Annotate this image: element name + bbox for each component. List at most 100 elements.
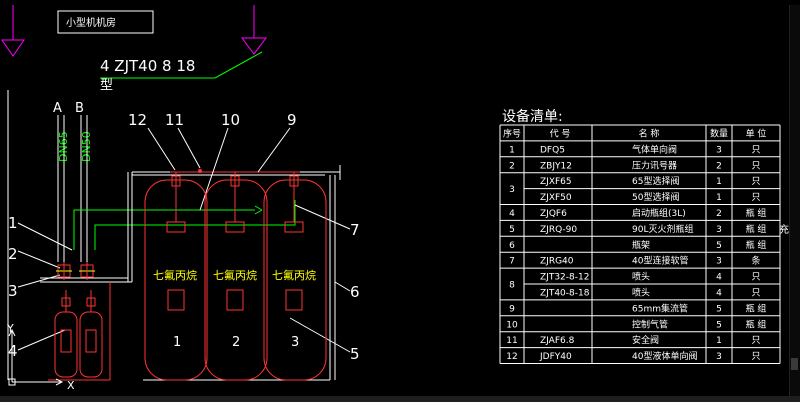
table-cell-qty: 2 (716, 161, 722, 171)
room-label: 小型机机房 (66, 16, 116, 29)
table-cell-code: ZBJY12 (540, 161, 572, 171)
table-cell-no: 11 (506, 336, 517, 346)
pipe-b-label: B (75, 101, 84, 116)
elevation-triangle-left (1, 5, 25, 57)
elevation-triangle-middle (241, 5, 267, 55)
table-cell-unit: 只 (751, 177, 760, 187)
callout-1: 1 (8, 214, 18, 232)
table-cell-code: ZJT32-8-12 (540, 273, 589, 283)
callout-6: 6 (350, 283, 360, 301)
selector-valves (56, 262, 95, 280)
table-cell-no: 7 (509, 257, 515, 267)
equipment-table-cells: 序号 代 号 名 称 数量 单 位 1 DFQ5 气体单向阀 3 只 2 ZBJY12 压力讯号器 2 只 3… (503, 128, 766, 363)
table-cell-name: 65mm集流管 (632, 302, 688, 314)
table-title: 设备清单: (502, 108, 563, 125)
table-cell-no: 8 (509, 281, 515, 291)
pipe-a-label: A (53, 101, 62, 116)
table-cell-unit: 瓶 组 (746, 207, 767, 219)
table-cell-unit: 瓶 组 (746, 239, 767, 251)
table-cell-code: ZJXF65 (540, 177, 572, 187)
table-cell-name: 40型连接软管 (632, 255, 688, 267)
cylinder-1-number: 1 (173, 335, 181, 350)
table-cell-qty: 3 (716, 257, 722, 267)
table-cell-qty: 4 (716, 289, 722, 299)
table-cell-qty: 1 (716, 336, 722, 346)
cylinder-2-label: 七氟丙烷 (213, 268, 257, 282)
table-cell-no: 6 (509, 241, 515, 251)
callout-5: 5 (350, 345, 360, 363)
table-cell-no: 2 (509, 161, 515, 171)
axis-x-label: X (67, 379, 75, 392)
table-cell-qty: 5 (716, 241, 722, 251)
table-cell-name: 气体单向阀 (632, 143, 677, 155)
table-cell-unit: 只 (751, 336, 760, 346)
callout-11: 11 (165, 111, 184, 129)
table-cell-code: ZJRG40 (540, 257, 574, 267)
table-cell-code: ZJRQ-90 (540, 225, 577, 235)
table-cell-unit: 只 (751, 193, 760, 203)
callout-7: 7 (350, 221, 360, 239)
cylinder-1-label: 七氟丙烷 (153, 268, 197, 282)
callout-2: 2 (8, 245, 18, 263)
nozzle-note-line1: 4 ZJT40 8 18 (100, 57, 195, 75)
table-cell-name: 压力讯号器 (632, 159, 677, 171)
bottom-status-strip (0, 396, 800, 402)
table-cell-code: ZJQF6 (540, 209, 567, 219)
safety-valve-dot (198, 169, 202, 173)
table-cell-unit: 瓶 组 (746, 302, 767, 314)
table-header-cell: 数量 (710, 128, 728, 140)
table-cell-unit: 条 (751, 255, 760, 267)
table-cell-name: 安全阀 (632, 334, 659, 346)
table-cell-name: 控制气管 (632, 318, 668, 330)
axis-y-label: Y (6, 322, 14, 335)
table-cell-unit: 只 (751, 273, 760, 283)
callout-10: 10 (221, 111, 240, 129)
table-overflow-text: 充 (779, 223, 789, 236)
table-cell-unit: 只 (751, 145, 760, 155)
table-cell-qty: 2 (716, 209, 722, 219)
table-cell-qty: 5 (716, 304, 722, 314)
scrollbar-thumb[interactable] (791, 358, 798, 370)
table-header-cell: 名 称 (639, 128, 660, 140)
table-cell-name: 40型液体单向阀 (632, 350, 697, 362)
callout-3: 3 (8, 282, 18, 300)
cad-drawing-canvas[interactable]: 小型机机房 4 ZJT40 8 18 型 A B DN65 DN50 1 2 3… (0, 0, 800, 402)
table-cell-unit: 只 (751, 289, 760, 299)
table-header-cell: 序号 (503, 128, 521, 140)
table-cell-no: 9 (509, 304, 515, 314)
table-cell-no: 5 (509, 225, 515, 235)
table-cell-qty: 5 (716, 320, 722, 330)
table-cell-code: ZJAF6.8 (540, 336, 575, 346)
table-cell-name: 50型选择阀 (632, 191, 679, 203)
table-cell-name: 90L灭火剂瓶组 (632, 223, 693, 235)
table-cell-code: JDFY40 (539, 352, 572, 362)
callout-9: 9 (287, 111, 297, 129)
table-cell-unit: 只 (751, 161, 760, 171)
table-cell-qty: 1 (716, 193, 722, 203)
cylinder-3-label: 七氟丙烷 (272, 268, 316, 282)
table-cell-name: 喷头 (632, 288, 650, 299)
table-cell-no: 1 (509, 145, 515, 155)
table-cell-name: 启动瓶组(3L) (632, 207, 686, 219)
table-header-cell: 代 号 (550, 129, 571, 140)
vertical-scrollbar[interactable] (789, 5, 800, 396)
table-cell-no: 12 (506, 352, 517, 362)
callout-12: 12 (128, 111, 147, 129)
nozzle-note-line2: 型 (100, 78, 113, 93)
table-cell-code: ZJXF50 (540, 193, 572, 203)
table-cell-code: DFQ5 (540, 145, 565, 155)
table-cell-qty: 3 (716, 352, 722, 362)
cylinder-2-number: 2 (232, 335, 240, 350)
start-cylinder-2 (79, 290, 103, 378)
cylinder-3-number: 3 (291, 335, 299, 350)
table-cell-no: 10 (506, 320, 518, 330)
table-cell-qty: 1 (716, 177, 722, 187)
callout-4: 4 (8, 342, 18, 360)
table-cell-unit: 只 (751, 352, 760, 362)
table-cell-no: 3 (509, 185, 515, 195)
table-cell-unit: 瓶 组 (746, 223, 767, 235)
table-cell-no: 4 (509, 209, 515, 219)
table-cell-name: 瓶架 (632, 239, 650, 251)
table-cell-unit: 瓶 组 (746, 318, 767, 330)
start-cylinder-1 (54, 290, 78, 378)
